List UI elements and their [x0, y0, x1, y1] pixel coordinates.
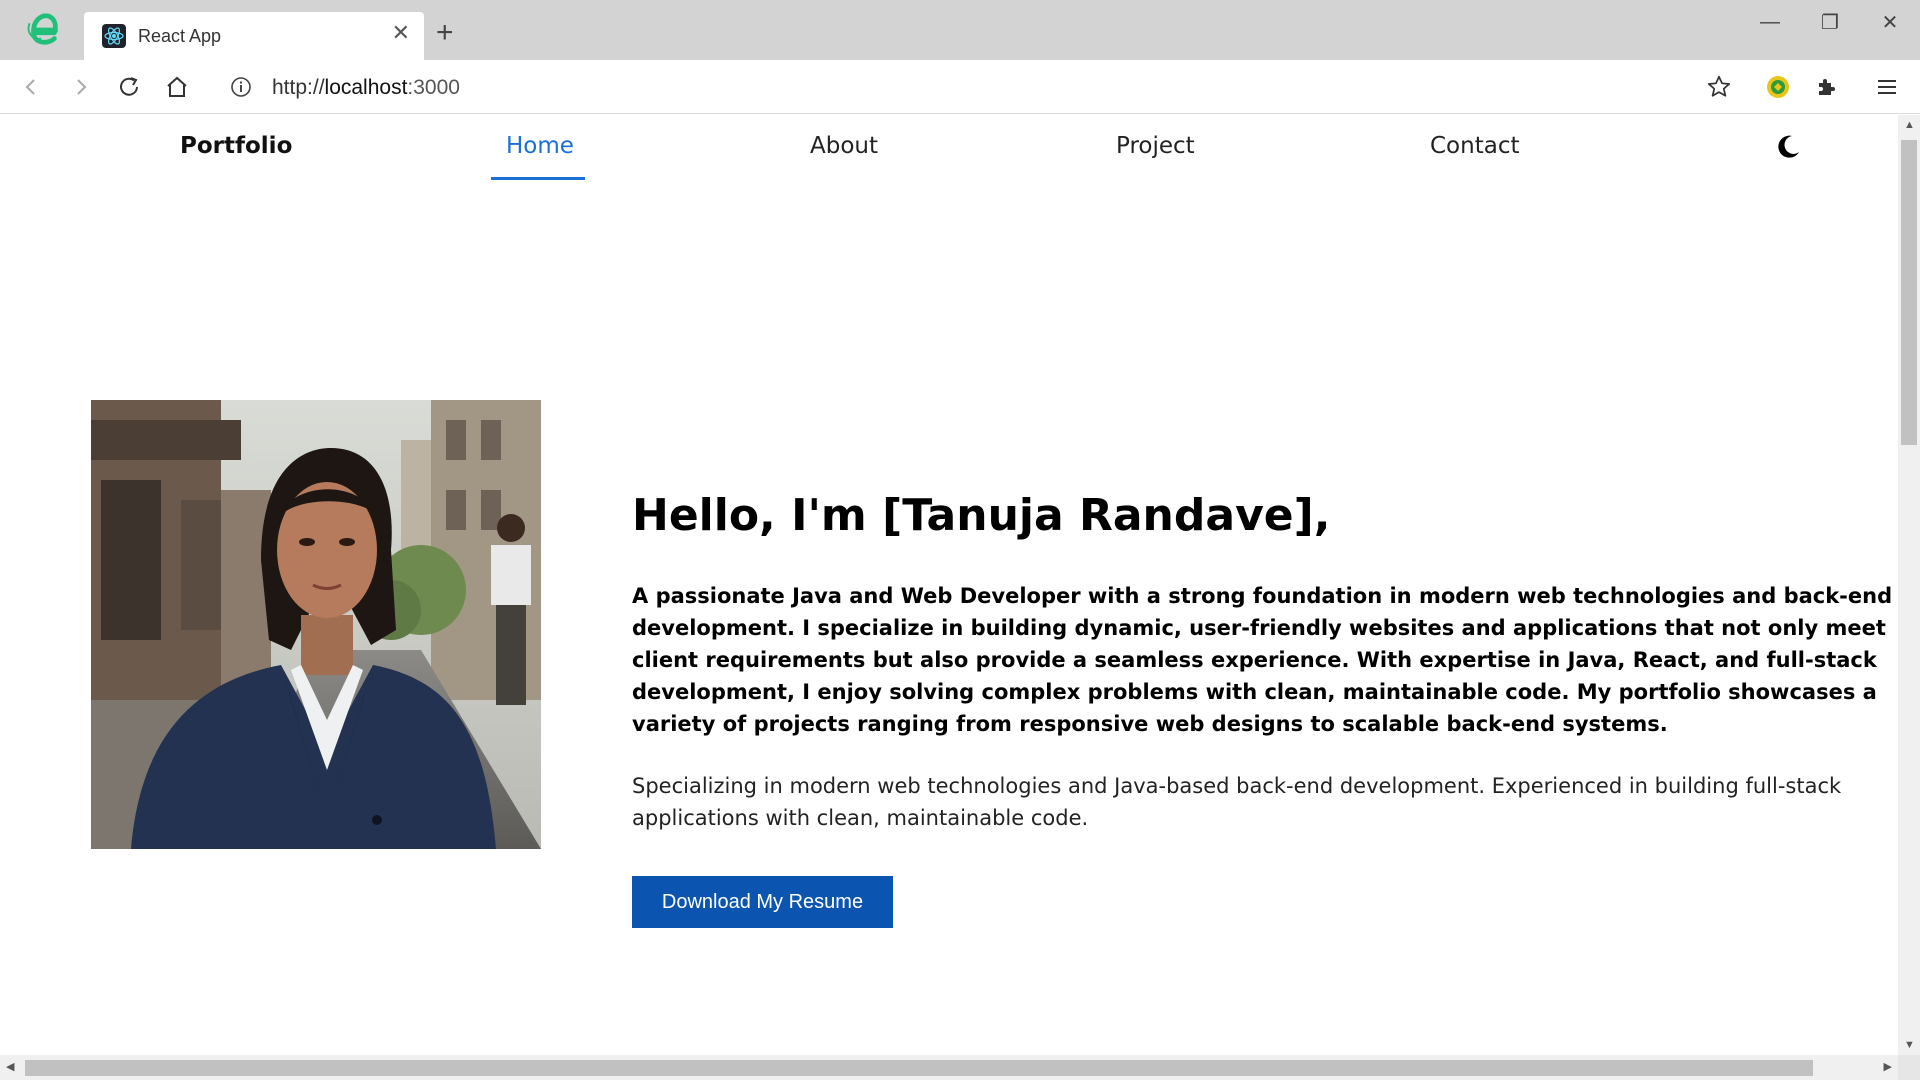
- browser-titlebar: React App ✕ + — ❐ ✕: [0, 0, 1920, 60]
- active-nav-underline: [491, 177, 585, 180]
- horizontal-scrollbar[interactable]: ◀ ▶: [0, 1055, 1898, 1080]
- tab-title: React App: [138, 26, 222, 46]
- download-resume-button[interactable]: Download My Resume: [632, 876, 893, 928]
- nav-project-link[interactable]: Project: [1116, 133, 1195, 159]
- close-window-button[interactable]: ✕: [1860, 0, 1920, 44]
- site-navbar: Portfolio Home About Project Contact: [0, 115, 1898, 181]
- hero-title: Hello, I'm [Tanuja Randave],: [632, 490, 1331, 541]
- extension-badge-icon[interactable]: [1763, 72, 1793, 102]
- scrollbar-corner: [1898, 1055, 1920, 1080]
- url-scheme: http://: [272, 76, 325, 99]
- browser-logo-icon[interactable]: [24, 10, 62, 48]
- scroll-right-icon[interactable]: ▶: [1884, 1060, 1892, 1073]
- profile-photo: [91, 400, 541, 849]
- horizontal-scroll-thumb[interactable]: [25, 1060, 1813, 1076]
- scroll-up-icon[interactable]: ▲: [1904, 119, 1915, 131]
- moon-icon[interactable]: [1774, 133, 1802, 161]
- browser-toolbar: http://localhost:3000: [0, 60, 1920, 114]
- nav-home-link[interactable]: Home: [506, 133, 574, 159]
- new-tab-button[interactable]: +: [436, 18, 454, 48]
- menu-icon[interactable]: [1872, 72, 1902, 102]
- hero-section: Hello, I'm [Tanuja Randave], A passionat…: [632, 490, 1898, 928]
- url-host: localhost: [324, 76, 408, 99]
- page-viewport: Portfolio Home About Project Contact Hel…: [0, 115, 1898, 1055]
- scroll-down-icon[interactable]: ▼: [1904, 1039, 1915, 1051]
- back-arrow-icon[interactable]: [16, 72, 46, 102]
- url-text[interactable]: http://localhost:3000: [272, 76, 460, 100]
- url-port: :3000: [407, 76, 460, 99]
- address-bar[interactable]: http://localhost:3000: [210, 66, 1680, 108]
- vertical-scroll-thumb[interactable]: [1901, 140, 1917, 445]
- window-controls: — ❐ ✕: [1740, 0, 1920, 44]
- scroll-left-icon[interactable]: ◀: [6, 1060, 14, 1073]
- minimize-button[interactable]: —: [1740, 0, 1800, 44]
- react-favicon-icon: [102, 24, 126, 48]
- forward-arrow-icon[interactable]: [66, 72, 96, 102]
- star-icon[interactable]: [1704, 72, 1734, 102]
- vertical-scrollbar[interactable]: ▲ ▼: [1898, 115, 1920, 1055]
- home-icon[interactable]: [162, 72, 192, 102]
- nav-contact-link[interactable]: Contact: [1430, 133, 1519, 159]
- tab-close-icon[interactable]: ✕: [392, 22, 410, 44]
- reload-icon[interactable]: [114, 72, 144, 102]
- nav-about-link[interactable]: About: [810, 133, 878, 159]
- puzzle-icon[interactable]: [1812, 72, 1842, 102]
- browser-tab[interactable]: React App ✕: [84, 12, 424, 60]
- restore-button[interactable]: ❐: [1800, 0, 1860, 44]
- site-brand[interactable]: Portfolio: [180, 133, 292, 159]
- info-icon[interactable]: [230, 76, 252, 103]
- hero-description: Specializing in modern web technologies …: [632, 774, 1842, 830]
- hero-intro: A passionate Java and Web Developer with…: [632, 584, 1893, 736]
